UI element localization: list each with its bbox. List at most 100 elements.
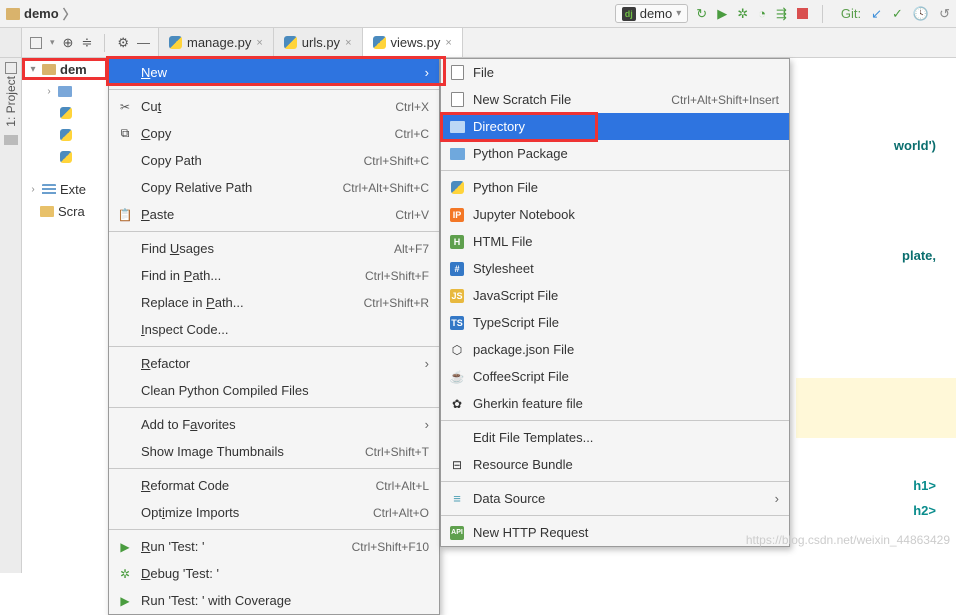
context-menu-item-copy-path[interactable]: Copy PathCtrl+Shift+C [109, 147, 439, 174]
context-menu-item-optimize-imports[interactable]: Optimize ImportsCtrl+Alt+O [109, 499, 439, 526]
collapse-icon[interactable]: ▾ [28, 64, 38, 75]
expand-icon[interactable]: › [28, 184, 38, 195]
new-menu-item-javascript-file[interactable]: JSJavaScript File [441, 282, 789, 309]
context-menu-item-refactor[interactable]: Refactor› [109, 350, 439, 377]
new-menu-item-jupyter-notebook[interactable]: IPJupyter Notebook [441, 201, 789, 228]
shortcut-label: Alt+F7 [394, 242, 429, 256]
menu-item-label: Gherkin feature file [473, 396, 779, 411]
submenu-arrow-icon: › [425, 417, 429, 432]
new-menu-item-new-scratch-file[interactable]: New Scratch FileCtrl+Alt+Shift+Insert [441, 86, 789, 113]
tab-views-py[interactable]: views.py × [363, 28, 463, 57]
locate-icon[interactable]: ⊕ [63, 35, 74, 51]
close-icon[interactable]: × [345, 37, 351, 49]
structure-icon[interactable] [4, 135, 18, 145]
python-file-icon [284, 36, 297, 49]
new-menu-item-stylesheet[interactable]: #Stylesheet [441, 255, 789, 282]
context-menu-item-reformat-code[interactable]: Reformat CodeCtrl+Alt+L [109, 472, 439, 499]
context-menu-item-replace-in-path[interactable]: Replace in Path...Ctrl+Shift+R [109, 289, 439, 316]
minimize-icon[interactable]: — [137, 35, 150, 50]
context-menu-item-find-in-path[interactable]: Find in Path...Ctrl+Shift+F [109, 262, 439, 289]
breadcrumb-project[interactable]: demo [24, 6, 59, 21]
new-menu-item-directory[interactable]: Directory [441, 113, 789, 140]
project-select-icon[interactable] [30, 37, 42, 49]
new-menu-item-html-file[interactable]: HHTML File [441, 228, 789, 255]
new-menu-item-package-json-file[interactable]: ⬡package.json File [441, 336, 789, 363]
git-commit-icon[interactable]: ✓ [892, 6, 903, 22]
context-menu-item-copy-relative-path[interactable]: Copy Relative PathCtrl+Alt+Shift+C [109, 174, 439, 201]
context-menu-item-inspect-code[interactable]: Inspect Code... [109, 316, 439, 343]
stop-icon[interactable] [797, 8, 808, 19]
context-menu-item-run-test[interactable]: ▶Run 'Test: 'Ctrl+Shift+F10 [109, 533, 439, 560]
context-menu-item-find-usages[interactable]: Find UsagesAlt+F7 [109, 235, 439, 262]
project-toolwindow-icon[interactable] [5, 62, 17, 74]
project-toolwindow-tab[interactable]: 1: Project [4, 76, 18, 127]
breadcrumb[interactable]: demo 〉 [6, 4, 615, 23]
paste-icon: 📋 [117, 207, 133, 223]
context-menu-item-cut[interactable]: ✂CutCtrl+X [109, 93, 439, 120]
tab-urls-py[interactable]: urls.py × [274, 28, 363, 57]
coverage-icon[interactable]: ◔ [758, 6, 766, 21]
expand-icon[interactable]: › [44, 86, 54, 97]
new-menu-item-python-file[interactable]: Python File [441, 174, 789, 201]
context-menu-item-clean-python-compiled-files[interactable]: Clean Python Compiled Files [109, 377, 439, 404]
context-menu-item-run-test-with-coverage[interactable]: ▶Run 'Test: ' with Coverage [109, 587, 439, 614]
profile-icon[interactable]: ⇶ [776, 6, 787, 22]
refresh-icon[interactable]: ↻ [696, 6, 707, 22]
new-menu-item-new-http-request[interactable]: APINew HTTP Request [441, 519, 789, 546]
menu-item-label: TypeScript File [473, 315, 779, 330]
new-menu-item-gherkin-feature-file[interactable]: ✿Gherkin feature file [441, 390, 789, 417]
tabs-row: ▾ ⊕ ≑ ⚙ — manage.py × urls.py × views.py… [0, 28, 956, 58]
context-menu-item-new[interactable]: New› [109, 59, 439, 86]
menu-divider [441, 420, 789, 421]
coverage-icon: ▶ [117, 593, 133, 609]
shortcut-label: Ctrl+Shift+C [364, 154, 429, 168]
menu-item-label: Inspect Code... [141, 322, 429, 337]
context-menu-item-show-image-thumbnails[interactable]: Show Image ThumbnailsCtrl+Shift+T [109, 438, 439, 465]
close-icon[interactable]: × [445, 37, 451, 49]
context-menu-item-add-to-favorites[interactable]: Add to Favorites› [109, 411, 439, 438]
separator [104, 34, 105, 52]
tree-label: Exte [60, 182, 86, 197]
python-file-icon [60, 151, 72, 163]
chevron-down-icon[interactable]: ▾ [50, 37, 55, 48]
highlight-region [796, 378, 956, 438]
git-update-icon[interactable]: ↙ [871, 6, 882, 22]
menu-divider [109, 346, 439, 347]
shortcut-label: Ctrl+Shift+F [365, 269, 429, 283]
submenu-arrow-icon: › [425, 65, 429, 80]
new-menu-item-edit-file-templates[interactable]: Edit File Templates... [441, 424, 789, 451]
context-menu-item-paste[interactable]: 📋PasteCtrl+V [109, 201, 439, 228]
new-menu-item-data-source[interactable]: ≡Data Source› [441, 485, 789, 512]
close-icon[interactable]: × [256, 37, 262, 49]
new-submenu[interactable]: FileNew Scratch FileCtrl+Alt+Shift+Inser… [440, 58, 790, 547]
debug-icon[interactable]: ✲ [737, 6, 748, 22]
new-menu-item-resource-bundle[interactable]: ⊟Resource Bundle [441, 451, 789, 478]
menu-item-label: HTML File [473, 234, 779, 249]
project-tools: ▾ ⊕ ≑ ⚙ — [22, 28, 159, 57]
menu-divider [441, 170, 789, 171]
new-menu-item-python-package[interactable]: Python Package [441, 140, 789, 167]
menu-divider [109, 231, 439, 232]
tab-manage-py[interactable]: manage.py × [159, 28, 274, 57]
api-icon: API [449, 525, 465, 541]
gear-icon[interactable]: ⚙ [117, 35, 129, 51]
menu-divider [109, 407, 439, 408]
new-menu-item-file[interactable]: File [441, 59, 789, 86]
pkg-icon: ⬡ [449, 342, 465, 358]
run-icon[interactable]: ▶ [717, 6, 727, 22]
run-config-selector[interactable]: dj demo ▾ [615, 4, 689, 23]
menu-item-label: Resource Bundle [473, 457, 779, 472]
git-history-icon[interactable]: 🕓 [913, 6, 929, 22]
collapse-icon[interactable]: ≑ [81, 35, 92, 51]
menu-divider [441, 481, 789, 482]
context-menu-item-debug-test[interactable]: ✲Debug 'Test: ' [109, 560, 439, 587]
new-menu-item-typescript-file[interactable]: TSTypeScript File [441, 309, 789, 336]
menu-item-label: Debug 'Test: ' [141, 566, 429, 581]
menu-divider [441, 515, 789, 516]
git-revert-icon[interactable]: ↺ [939, 6, 950, 22]
context-menu[interactable]: New› ✂CutCtrl+X⧉CopyCtrl+CCopy PathCtrl+S… [108, 58, 440, 615]
context-menu-item-copy[interactable]: ⧉CopyCtrl+C [109, 120, 439, 147]
new-menu-item-coffeescript-file[interactable]: ☕CoffeeScript File [441, 363, 789, 390]
tree-label: Scra [58, 204, 85, 219]
folder-icon [58, 86, 72, 97]
